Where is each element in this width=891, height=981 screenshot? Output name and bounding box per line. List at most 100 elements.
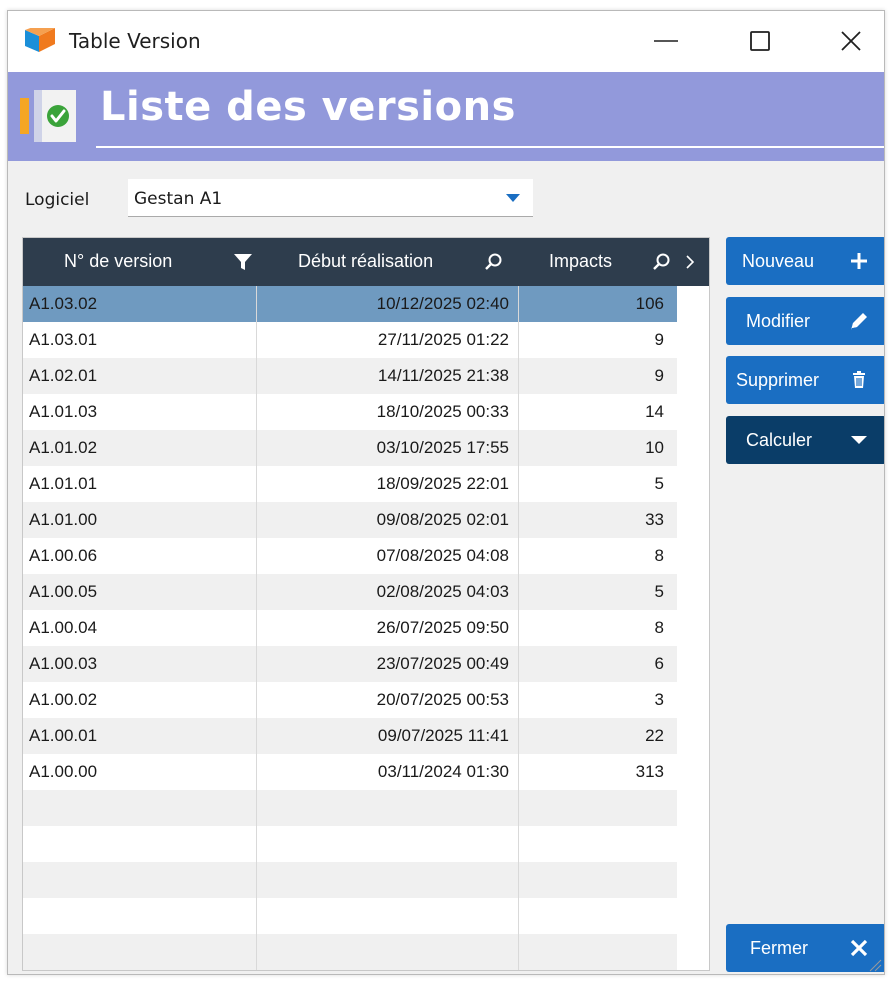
close-icon [850, 939, 868, 957]
minimize-icon[interactable] [651, 26, 681, 56]
trash-icon [853, 371, 865, 388]
cell-debut: 09/08/2025 02:01 [376, 510, 509, 529]
table-body: A1.03.02 10/12/2025 02:40 106 A1.03.01 27/11… [23, 286, 677, 970]
plus-icon [851, 253, 867, 269]
cell-impacts: 8 [654, 618, 664, 637]
table-row[interactable]: A1.03.01 27/11/2025 01:22 9 [23, 322, 677, 358]
table-row[interactable]: A1.00.03 23/07/2025 00:49 6 [23, 646, 677, 682]
column-header-impacts-label: Impacts [549, 251, 613, 271]
cell-debut: 03/11/2024 01:30 [377, 762, 509, 781]
page-title: Liste des versions [100, 84, 516, 130]
table-row[interactable] [23, 934, 677, 970]
table-row[interactable]: A1.00.02 20/07/2025 00:53 3 [23, 682, 677, 718]
column-divider [518, 286, 519, 970]
table-row[interactable]: A1.02.01 14/11/2025 21:38 9 [23, 358, 677, 394]
cell-version: A1.00.01 [29, 726, 98, 745]
nouveau-button[interactable]: Nouveau [726, 237, 884, 285]
table-row[interactable]: A1.03.02 10/12/2025 02:40 106 [23, 286, 677, 322]
cell-debut: 07/08/2025 04:08 [376, 546, 509, 565]
column-header-version[interactable]: N° de version [23, 238, 257, 286]
pencil-icon [851, 313, 867, 330]
cell-debut: 26/07/2025 09:50 [376, 618, 509, 637]
chevron-right-icon[interactable] [683, 252, 697, 272]
table-row[interactable] [23, 862, 677, 898]
column-header-debut[interactable]: Début réalisation [257, 238, 519, 286]
cell-impacts: 33 [645, 510, 664, 529]
cell-debut: 09/07/2025 11:41 [377, 726, 509, 745]
cell-version: A1.00.06 [29, 546, 98, 565]
title-bar: Table Version [8, 11, 884, 72]
cell-impacts: 9 [654, 330, 664, 349]
table-row[interactable]: A1.00.05 02/08/2025 04:03 5 [23, 574, 677, 610]
table-row[interactable] [23, 790, 677, 826]
maximize-icon[interactable] [745, 26, 775, 56]
cell-debut: 18/09/2025 22:01 [376, 474, 509, 493]
column-header-debut-label: Début réalisation [298, 251, 434, 271]
logiciel-label: Logiciel [25, 190, 90, 210]
cell-debut: 02/08/2025 04:03 [376, 582, 509, 601]
cell-version: A1.00.00 [29, 762, 98, 781]
dropdown-arrow-icon[interactable] [505, 191, 521, 205]
cell-debut: 10/12/2025 02:40 [376, 294, 509, 313]
table-row[interactable]: A1.01.01 18/09/2025 22:01 5 [23, 466, 677, 502]
search-icon[interactable] [484, 252, 504, 272]
close-icon[interactable] [836, 26, 866, 56]
column-divider [256, 286, 257, 970]
table-scroll-area[interactable] [677, 286, 709, 970]
cell-impacts: 14 [645, 402, 664, 421]
cell-impacts: 106 [635, 294, 664, 313]
supprimer-button[interactable]: Supprimer [726, 356, 884, 404]
fermer-button[interactable]: Fermer [726, 924, 884, 972]
cell-impacts: 5 [654, 474, 664, 493]
cell-version: A1.00.03 [29, 654, 98, 673]
cell-debut: 18/10/2025 00:33 [376, 402, 509, 421]
cell-version: A1.01.01 [29, 474, 98, 493]
cell-impacts: 3 [654, 690, 664, 709]
cell-debut: 27/11/2025 01:22 [377, 330, 509, 349]
cell-impacts: 6 [654, 654, 664, 673]
cell-version: A1.00.04 [29, 618, 98, 637]
calculer-button[interactable]: Calculer [726, 416, 884, 464]
table-row[interactable]: A1.00.04 26/07/2025 09:50 8 [23, 610, 677, 646]
table-row[interactable]: A1.00.00 03/11/2024 01:30 313 [23, 754, 677, 790]
cell-debut: 20/07/2025 00:53 [376, 690, 509, 709]
table-header: N° de version Début réalisation Impacts [23, 238, 709, 286]
title-underline [96, 146, 884, 148]
cell-impacts: 313 [635, 762, 664, 781]
app-logo-icon [25, 28, 55, 52]
caret-down-icon [851, 436, 867, 444]
calculer-button-label: Calculer [746, 430, 813, 450]
table-version-window: Table Version Liste des versions Logicie… [7, 10, 885, 975]
table-row[interactable]: A1.00.06 07/08/2025 04:08 8 [23, 538, 677, 574]
cell-impacts: 9 [654, 366, 664, 385]
versions-table: N° de version Début réalisation Impacts [22, 237, 710, 971]
table-row[interactable]: A1.00.01 09/07/2025 11:41 22 [23, 718, 677, 754]
table-row[interactable]: A1.01.03 18/10/2025 00:33 14 [23, 394, 677, 430]
cell-version: A1.00.05 [29, 582, 98, 601]
logiciel-select[interactable]: Gestan A1 [128, 179, 533, 217]
supprimer-button-label: Supprimer [736, 370, 820, 390]
cell-version: A1.03.01 [29, 330, 98, 349]
table-row[interactable]: A1.01.02 03/10/2025 17:55 10 [23, 430, 677, 466]
search-icon[interactable] [652, 252, 672, 272]
table-row[interactable] [23, 898, 677, 934]
table-row[interactable]: A1.01.00 09/08/2025 02:01 33 [23, 502, 677, 538]
resize-grip-icon[interactable] [868, 958, 882, 972]
cell-impacts: 5 [654, 582, 664, 601]
cell-debut: 03/10/2025 17:55 [376, 438, 509, 457]
filter-icon[interactable] [233, 252, 253, 272]
column-header-version-label: N° de version [64, 251, 173, 271]
cell-impacts: 8 [654, 546, 664, 565]
modifier-button-label: Modifier [746, 311, 811, 331]
column-header-impacts[interactable]: Impacts [519, 238, 679, 286]
version-list-icon [20, 90, 76, 142]
modifier-button[interactable]: Modifier [726, 297, 884, 345]
cell-impacts: 10 [645, 438, 664, 457]
table-row[interactable] [23, 826, 677, 862]
fermer-button-label: Fermer [750, 938, 808, 958]
cell-impacts: 22 [645, 726, 664, 745]
cell-version: A1.01.00 [29, 510, 98, 529]
nouveau-button-label: Nouveau [742, 251, 815, 271]
cell-version: A1.03.02 [29, 294, 98, 313]
cell-debut: 14/11/2025 21:38 [377, 366, 509, 385]
